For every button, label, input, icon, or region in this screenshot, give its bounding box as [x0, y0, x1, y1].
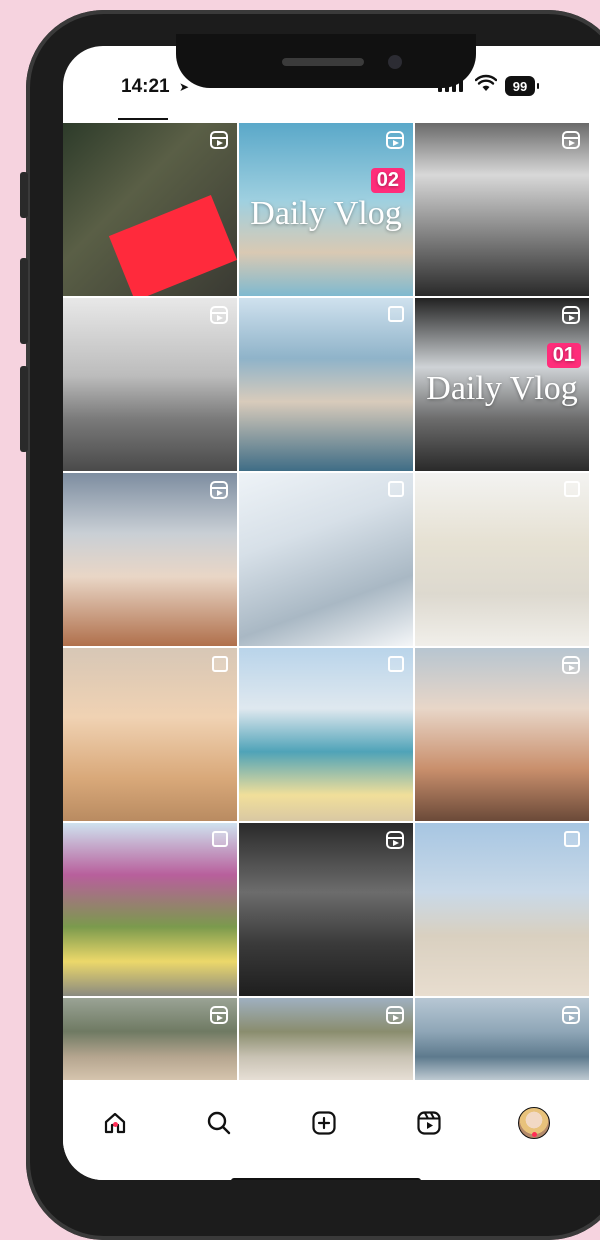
post-overlay: 02 Daily Vlog — [239, 123, 413, 296]
grid-post[interactable] — [63, 998, 237, 1082]
grid-post[interactable] — [415, 648, 589, 821]
post-overlay-title: Daily Vlog — [426, 369, 578, 407]
search-icon — [207, 1111, 231, 1135]
grid-post[interactable] — [239, 648, 413, 821]
location-arrow-icon: ➤ — [179, 80, 190, 94]
reel-icon — [562, 306, 580, 324]
reel-icon — [210, 1006, 228, 1024]
carousel-icon — [564, 831, 580, 847]
grid-post[interactable] — [415, 823, 589, 996]
grid-post[interactable]: 01 Daily Vlog — [415, 298, 589, 471]
grid-post[interactable] — [415, 473, 589, 646]
grid-post[interactable] — [63, 648, 237, 821]
app-screen: 14:21 ➤ 99 02 Daily Vlog 01 Daily Vlog — [63, 46, 600, 1180]
grid-post[interactable] — [63, 123, 237, 296]
carousel-icon — [388, 306, 404, 322]
reel-icon — [210, 481, 228, 499]
grid-post[interactable] — [415, 123, 589, 296]
reel-icon — [210, 306, 228, 324]
tab-indicator — [118, 118, 168, 120]
reel-icon — [210, 131, 228, 149]
create-icon — [312, 1111, 336, 1135]
post-overlay: 01 Daily Vlog — [415, 298, 589, 471]
carousel-icon — [564, 481, 580, 497]
bottom-nav — [63, 1080, 600, 1180]
front-camera — [388, 55, 402, 69]
reel-icon — [562, 1006, 580, 1024]
home-active-dot — [113, 1122, 118, 1127]
grid-post[interactable] — [239, 298, 413, 471]
grid-post[interactable] — [239, 998, 413, 1082]
nav-search[interactable] — [202, 1106, 236, 1140]
grid-post[interactable] — [239, 473, 413, 646]
reel-icon — [386, 1006, 404, 1024]
grid-post[interactable] — [63, 473, 237, 646]
carousel-icon — [388, 481, 404, 497]
phone-notch — [176, 34, 476, 88]
speaker-grille — [282, 58, 364, 66]
post-overlay-badge: 02 — [370, 168, 405, 193]
post-overlay-title: Daily Vlog — [250, 194, 402, 232]
wifi-icon — [475, 74, 497, 91]
post-overlay-badge: 01 — [546, 343, 581, 368]
carousel-icon — [212, 831, 228, 847]
grid-post[interactable] — [415, 998, 589, 1082]
grid-post[interactable] — [63, 823, 237, 996]
grid-post[interactable]: 02 Daily Vlog — [239, 123, 413, 296]
reels-icon — [417, 1111, 441, 1135]
profile-notification-dot — [532, 1132, 537, 1137]
grid-post[interactable] — [239, 823, 413, 996]
battery-indicator: 99 — [505, 76, 539, 96]
post-accent-shape — [108, 194, 237, 296]
home-indicator — [231, 1178, 421, 1180]
phone-side-button — [20, 366, 28, 452]
phone-side-button — [20, 172, 28, 218]
status-time: 14:21 — [121, 76, 170, 97]
posts-grid: 02 Daily Vlog 01 Daily Vlog — [63, 123, 600, 1082]
carousel-icon — [212, 656, 228, 672]
carousel-icon — [388, 656, 404, 672]
grid-post[interactable] — [63, 298, 237, 471]
reel-icon — [562, 656, 580, 674]
reel-icon — [562, 131, 580, 149]
nav-reels[interactable] — [412, 1106, 446, 1140]
nav-create[interactable] — [307, 1106, 341, 1140]
phone-side-button — [20, 258, 28, 344]
reel-icon — [386, 131, 404, 149]
reel-icon — [386, 831, 404, 849]
